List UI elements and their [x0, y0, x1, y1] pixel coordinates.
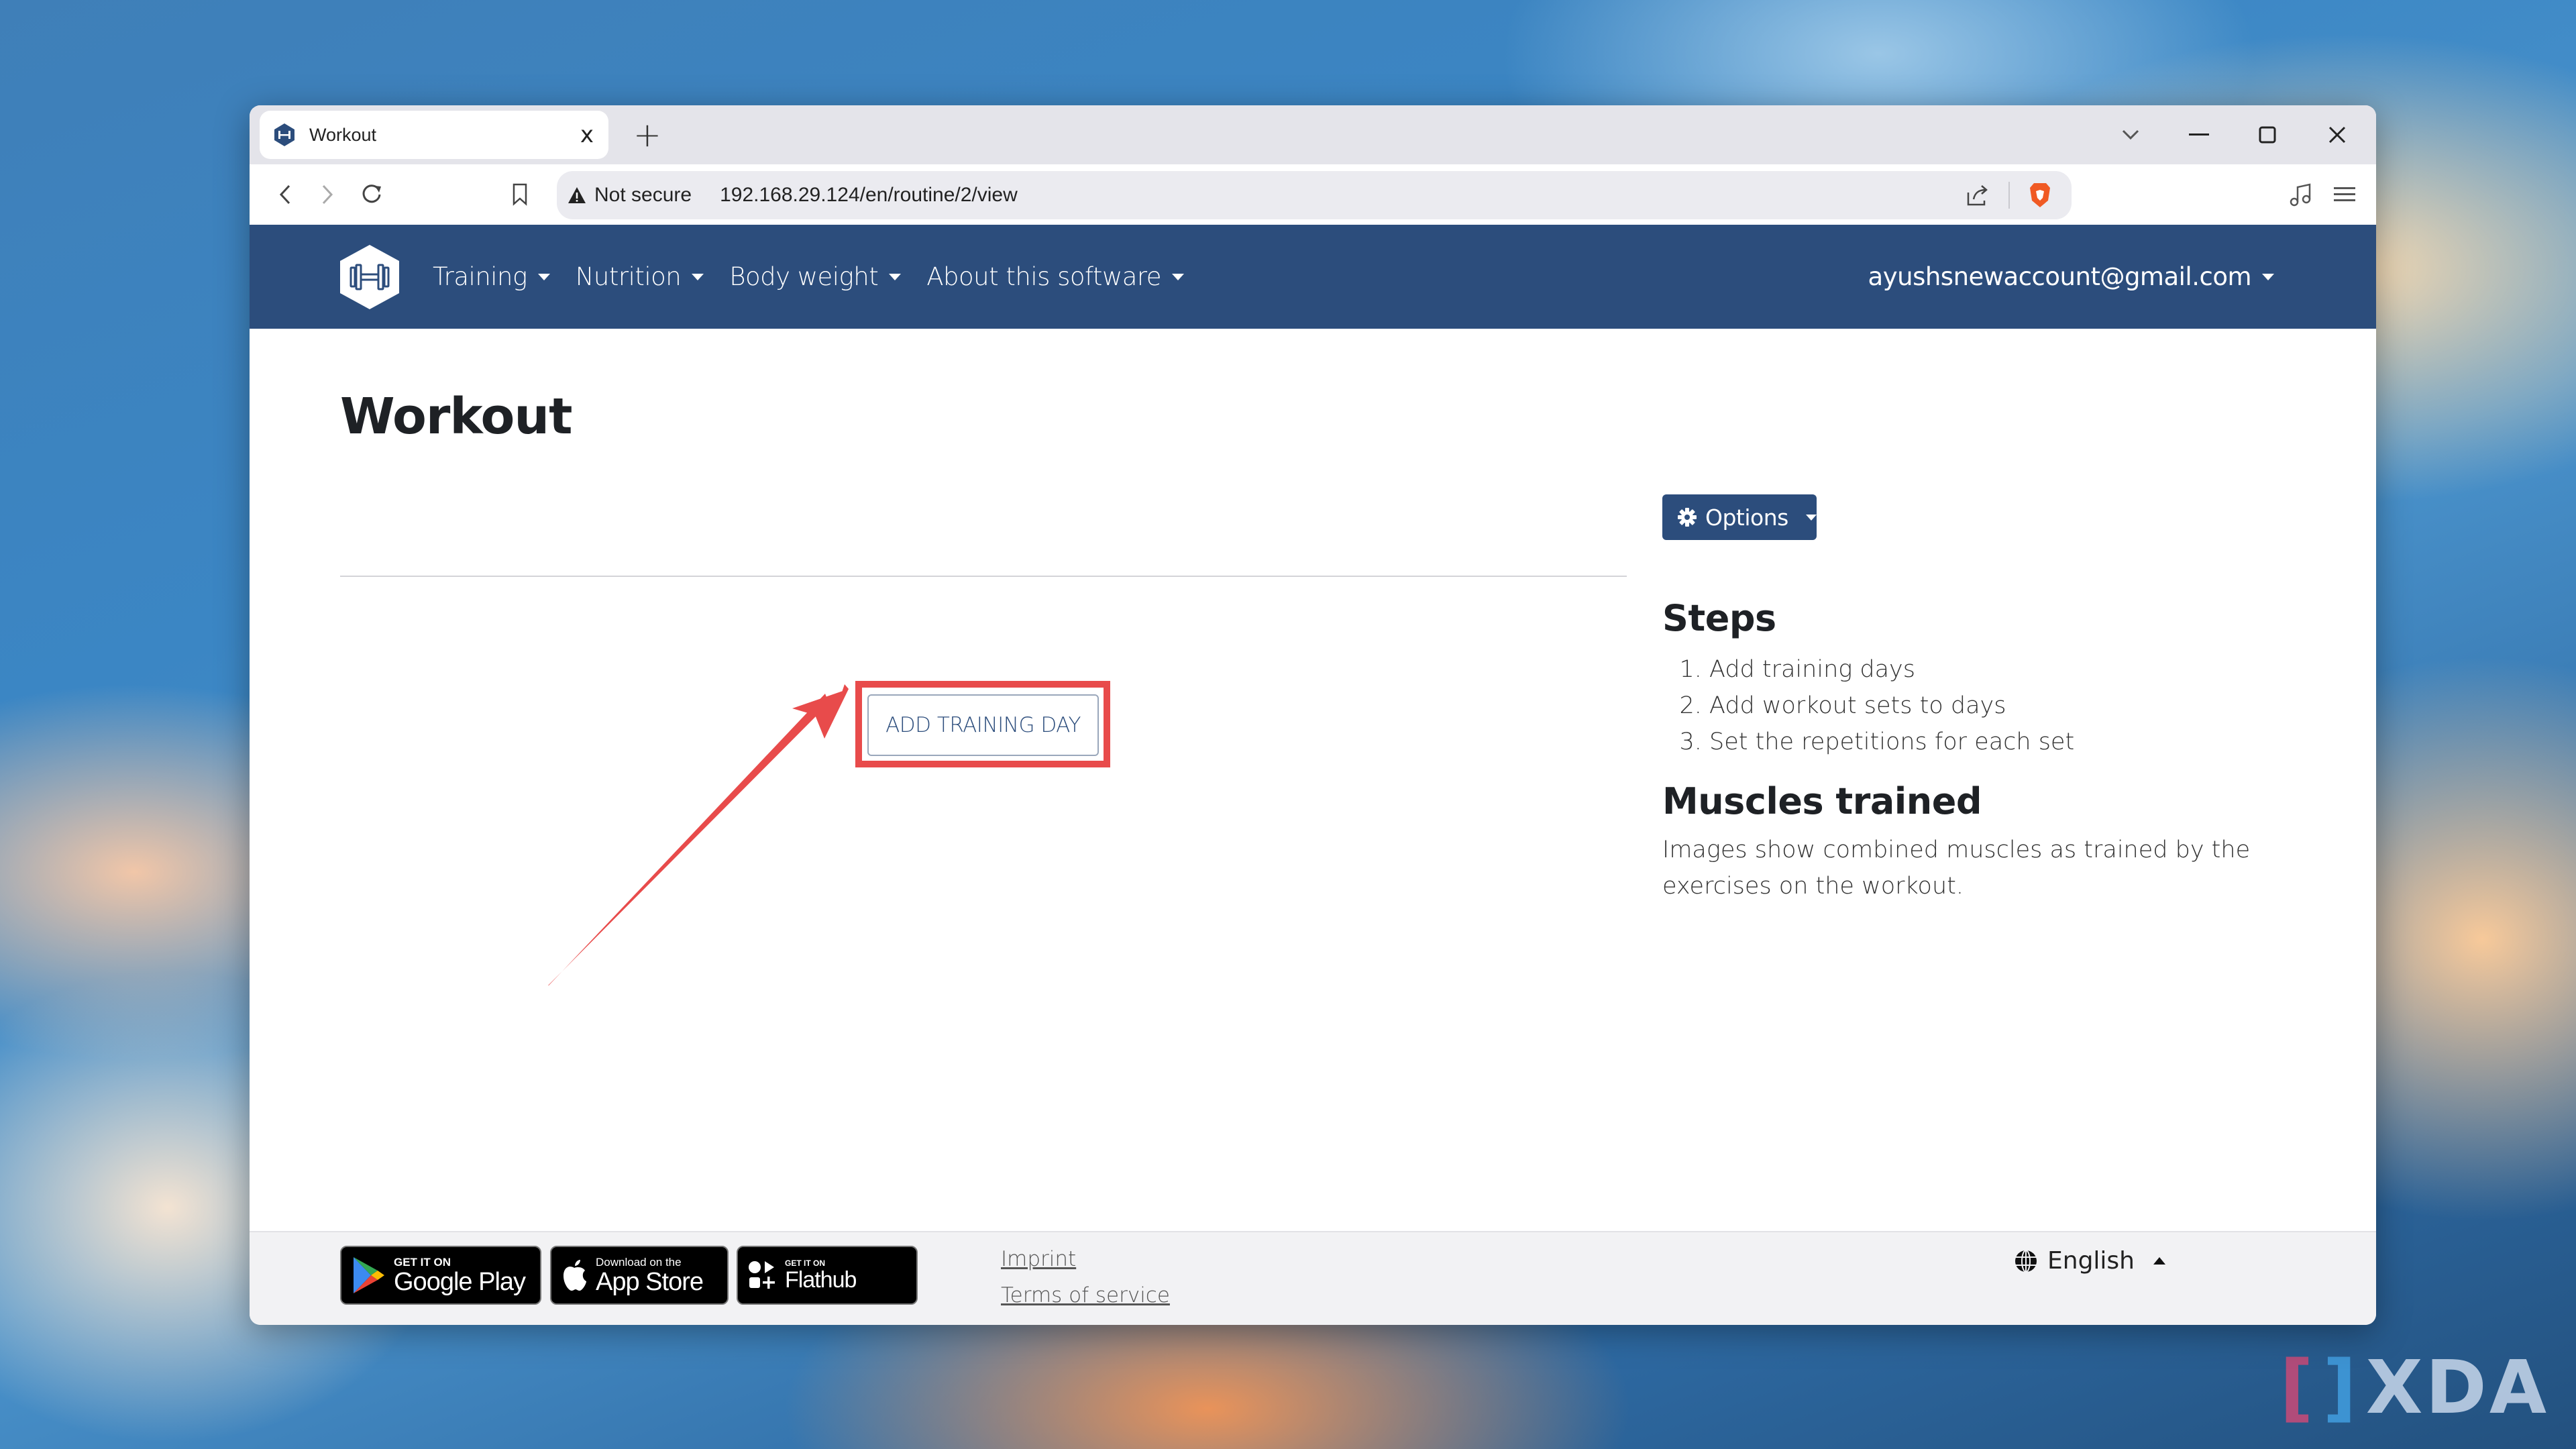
footer: GET IT ON Google Play Download on the Ap…	[250, 1231, 2376, 1325]
tab-search-chevron-icon[interactable]	[2113, 117, 2148, 152]
maximize-icon[interactable]	[2250, 117, 2285, 152]
not-secure-label: Not secure	[594, 184, 692, 206]
language-label: English	[2047, 1247, 2135, 1275]
badge-big-text: App Store	[596, 1267, 704, 1296]
badge-small-text: GET IT ON	[394, 1255, 451, 1269]
tab-workout[interactable]: Workout x	[260, 111, 608, 159]
user-email: ayushsnewaccount@gmail.com	[1868, 262, 2252, 291]
minimize-icon[interactable]	[2182, 117, 2216, 152]
tab-close-icon[interactable]: x	[580, 123, 594, 146]
xda-watermark: [] XDA	[2279, 1344, 2549, 1430]
google-play-text: GET IT ON Google Play	[394, 1255, 526, 1296]
muscles-heading: Muscles trained	[1662, 780, 1982, 822]
nav-training[interactable]: Training	[433, 262, 550, 291]
tab-title: Workout	[309, 124, 377, 145]
nav-nutrition-label: Nutrition	[575, 262, 682, 291]
back-icon[interactable]	[268, 178, 302, 211]
new-tab-button[interactable]: +	[633, 115, 661, 155]
security-indicator[interactable]: Not secure	[568, 184, 692, 207]
flathub-text: GET IT ON Flathub	[785, 1258, 857, 1293]
caret-down-icon	[1172, 273, 1185, 280]
warning-icon	[568, 187, 586, 203]
step-item: Set the repetitions for each set	[1709, 724, 2266, 760]
badge-big-text: Google Play	[394, 1267, 526, 1296]
globe-icon	[2015, 1249, 2037, 1273]
share-icon[interactable]	[1966, 183, 1990, 207]
flathub-icon	[749, 1261, 775, 1289]
page-title: Workout	[340, 388, 572, 445]
omnibox-separator	[2008, 182, 2010, 209]
caret-down-icon	[537, 273, 550, 280]
wger-favicon-icon	[274, 123, 294, 146]
apple-icon	[564, 1260, 586, 1291]
media-icon[interactable]	[2284, 178, 2317, 211]
badge-small-text: GET IT ON	[785, 1258, 825, 1268]
add-training-day-button[interactable]: ADD TRAINING DAY	[867, 694, 1099, 756]
badge-small-text: Download on the	[596, 1255, 682, 1269]
bookmark-icon[interactable]	[503, 178, 537, 211]
caret-up-icon	[2153, 1257, 2165, 1265]
main-content: Workout ADD TRAINING DAY Options Steps 1…	[250, 329, 2376, 1231]
wger-logo-icon[interactable]	[339, 245, 400, 309]
watermark-text: XDA	[2365, 1344, 2549, 1430]
imprint-link[interactable]: Imprint	[1001, 1247, 1170, 1271]
app-store-badge[interactable]: Download on the App Store	[550, 1246, 729, 1305]
google-play-icon	[354, 1257, 384, 1293]
caret-down-icon	[889, 273, 902, 280]
options-label: Options	[1705, 504, 1788, 531]
menu-icon[interactable]	[2328, 178, 2361, 211]
gear-icon	[1678, 508, 1697, 527]
caret-down-icon	[1805, 514, 1817, 521]
language-selector[interactable]: English	[2014, 1247, 2165, 1275]
forward-icon[interactable]	[311, 178, 344, 211]
caret-down-icon	[692, 273, 704, 280]
nav-menu: Training Nutrition Body weight About thi…	[433, 225, 1210, 329]
muscles-description: Images show combined muscles as trained …	[1662, 837, 2251, 900]
options-button[interactable]: Options	[1662, 494, 1817, 540]
flathub-badge[interactable]: GET IT ON Flathub	[737, 1246, 918, 1305]
google-play-badge[interactable]: GET IT ON Google Play	[340, 1246, 541, 1305]
terms-of-service-link[interactable]: Terms of service	[1001, 1283, 1170, 1307]
footer-links: Imprint Terms of service	[1001, 1247, 1170, 1307]
nav-nutrition[interactable]: Nutrition	[576, 262, 704, 291]
close-window-icon[interactable]	[2320, 117, 2355, 152]
tab-bar: Workout x +	[250, 105, 2376, 164]
nav-about-label: About this software	[926, 262, 1162, 291]
title-divider	[340, 576, 1627, 577]
reload-icon[interactable]	[355, 178, 388, 211]
step-item: Add workout sets to days	[1709, 688, 2266, 724]
omnibox[interactable]: Not secure 192.168.29.124/en/routine/2/v…	[557, 171, 2072, 219]
nav-body-weight[interactable]: Body weight	[729, 262, 902, 291]
steps-heading: Steps	[1662, 597, 1776, 639]
brave-shields-icon[interactable]	[2029, 182, 2051, 209]
app-store-text: Download on the App Store	[596, 1255, 704, 1296]
address-bar-row: Not secure 192.168.29.124/en/routine/2/v…	[250, 164, 2376, 225]
badge-big-text: Flathub	[785, 1267, 857, 1293]
watermark-bracket-right: ]	[2322, 1344, 2359, 1430]
nav-about[interactable]: About this software	[926, 262, 1185, 291]
browser-window: Workout x + Not secure 192.168.29.124/en…	[250, 105, 2376, 1325]
steps-list: Add training days Add workout sets to da…	[1709, 651, 2266, 760]
url-text[interactable]: 192.168.29.124/en/routine/2/view	[720, 184, 2072, 207]
user-menu[interactable]: ayushsnewaccount@gmail.com	[1868, 225, 2274, 329]
sidebar-info: Steps Add training days Add workout sets…	[1662, 597, 2266, 904]
nav-body-weight-label: Body weight	[729, 262, 879, 291]
nav-training-label: Training	[433, 262, 527, 291]
watermark-bracket-left: [	[2279, 1344, 2316, 1430]
app-navbar: Training Nutrition Body weight About thi…	[250, 225, 2376, 329]
step-item: Add training days	[1709, 651, 2266, 688]
omnibox-actions	[1966, 178, 2051, 213]
caret-down-icon	[2262, 273, 2274, 280]
